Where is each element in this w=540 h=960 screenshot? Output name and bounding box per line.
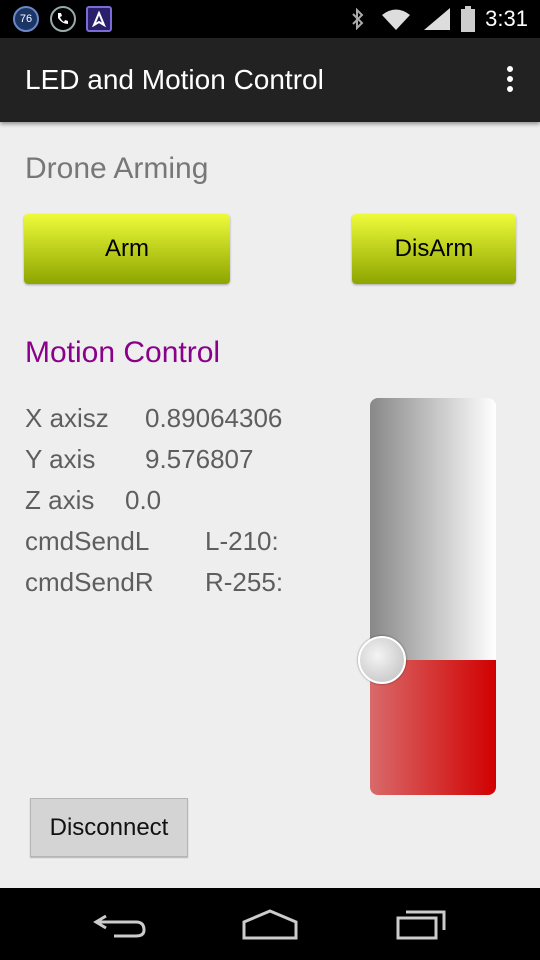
cmd-send-left-value: L-210: [205,526,279,556]
y-axis-value: 9.576807 [145,444,254,474]
cmd-send-right-value: R-255: [205,567,284,597]
z-axis-value: 0.0 [125,485,162,515]
phone-icon [50,6,76,32]
app-title: LED and Motion Control [25,64,324,95]
disconnect-button[interactable]: Disconnect [30,798,188,857]
arm-button[interactable]: Arm [24,214,230,284]
wifi-icon [382,9,410,30]
badge-76-icon: 76 [13,6,39,32]
motion-control-heading: Motion Control [25,336,221,369]
clock: 3:31 [485,6,528,31]
status-bar: 76 3:31 [0,0,540,38]
y-axis-label: Y axis [25,444,96,474]
throttle-slider[interactable] [370,398,496,795]
overflow-menu-icon[interactable] [506,66,514,96]
drone-arming-heading: Drone Arming [25,152,209,185]
x-axis-value: 0.89064306 [145,403,283,433]
back-icon[interactable] [92,910,148,940]
nav-app-icon [86,6,112,32]
recents-icon[interactable] [394,908,450,940]
home-icon[interactable] [240,908,300,940]
battery-icon [461,6,475,32]
action-bar: LED and Motion Control [0,38,540,122]
bluetooth-icon [352,8,364,30]
slider-thumb[interactable] [358,636,406,684]
cmd-send-left-label: cmdSendL [25,526,150,556]
z-axis-label: Z axis [25,485,95,515]
cmd-send-right-label: cmdSendR [25,567,154,597]
signal-icon [424,8,450,30]
slider-track-empty [370,398,496,660]
navigation-bar [0,888,540,960]
x-axis-label: X axisz [25,403,109,433]
disarm-button[interactable]: DisArm [352,214,516,284]
